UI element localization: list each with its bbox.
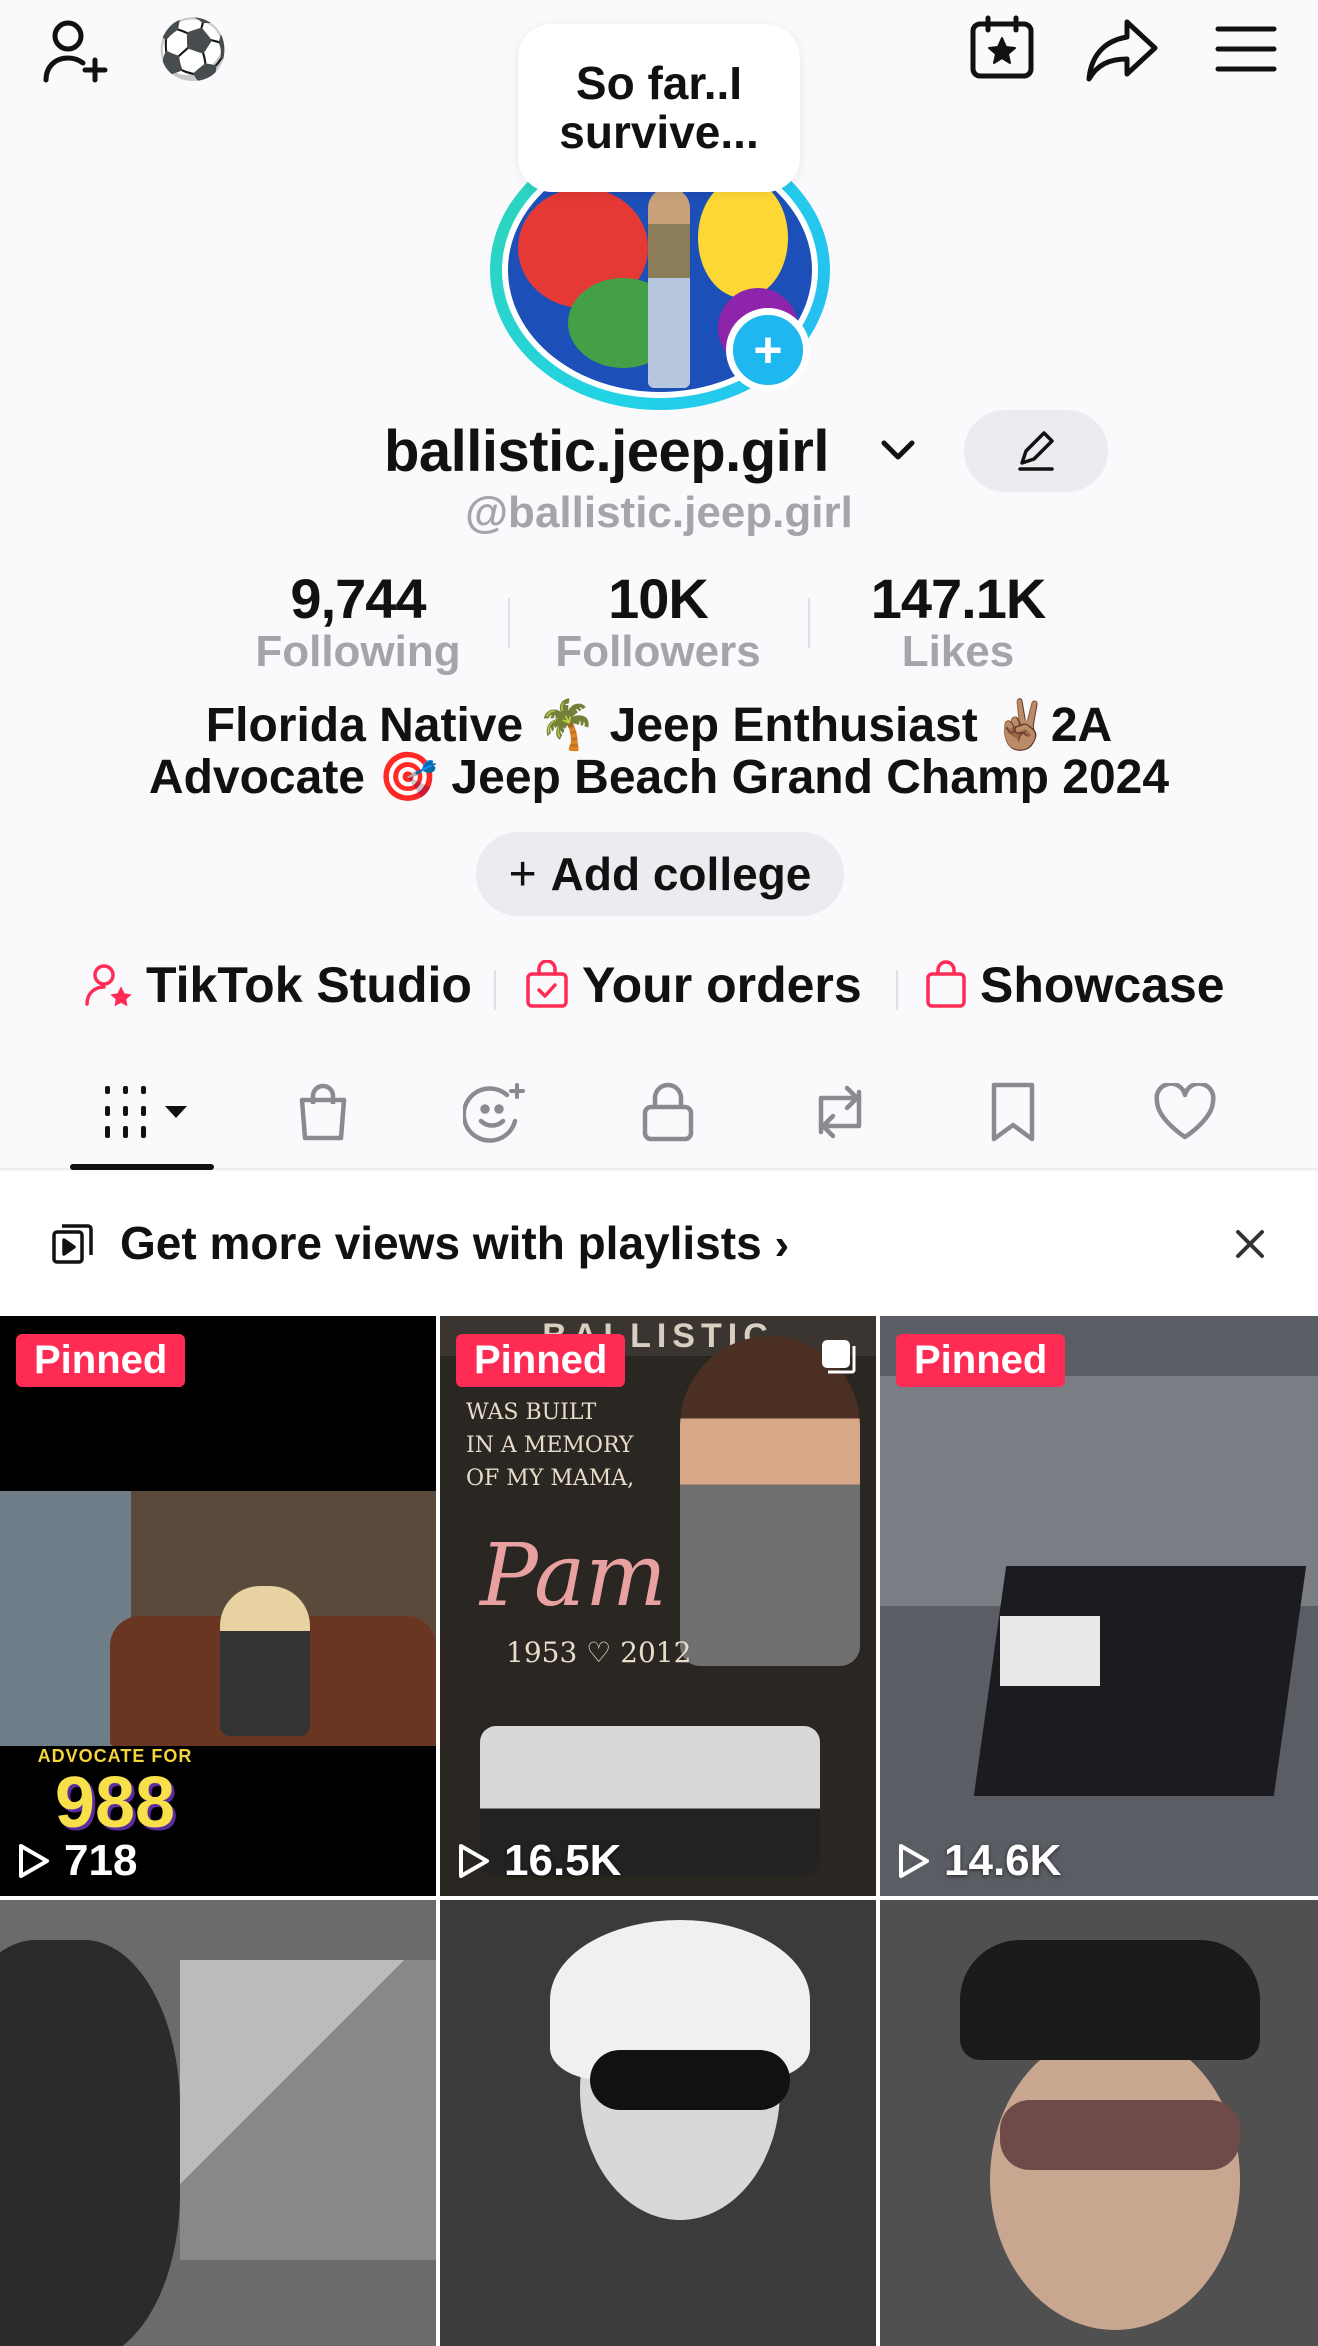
add-story-plus-icon[interactable]: +	[726, 308, 810, 392]
display-name[interactable]: ballistic.jeep.girl	[384, 418, 829, 485]
memorial-years: 1953 ♡ 2012	[506, 1636, 692, 1669]
tab-favorites[interactable]	[963, 1072, 1063, 1152]
followers-label: Followers	[555, 626, 761, 676]
plus-icon: +	[508, 847, 537, 901]
shop-bag-icon	[299, 1083, 347, 1141]
add-friend-button[interactable]	[36, 10, 116, 90]
pinned-badge: Pinned	[896, 1334, 1066, 1387]
chevron-down-icon[interactable]	[878, 430, 918, 470]
add-college-label: Add college	[550, 848, 812, 900]
following-count: 9,744	[290, 567, 426, 630]
hamburger-menu-icon	[1215, 26, 1277, 72]
chevron-right-icon: ›	[774, 1220, 790, 1269]
video-tile[interactable]: Pinned 14.6K	[880, 1316, 1318, 1896]
close-icon[interactable]	[1228, 1222, 1272, 1266]
stat-divider	[508, 598, 510, 648]
shopping-bag-icon	[926, 960, 966, 1008]
bio-line: Florida Native 🌴 Jeep Enthusiast ✌🏽2A	[205, 699, 1113, 752]
profile-emoji[interactable]: ⚽	[155, 12, 231, 88]
bookmark-icon	[991, 1082, 1035, 1142]
likes-count: 147.1K	[870, 567, 1047, 630]
following-label: Following	[255, 626, 461, 676]
tab-videos[interactable]	[88, 1072, 198, 1152]
followers-count: 10K	[608, 567, 709, 630]
face-sparkle-icon	[463, 1083, 525, 1143]
share-button[interactable]	[1080, 8, 1164, 92]
order-bag-icon	[526, 960, 568, 1008]
showcase-link[interactable]: Showcase	[924, 950, 1225, 1020]
name-row: ballistic.jeep.girl	[0, 410, 1318, 492]
your-orders-link[interactable]: Your orders	[524, 950, 862, 1020]
lock-icon	[642, 1082, 694, 1142]
likes-label: Likes	[901, 626, 1015, 676]
content-tabs	[0, 1060, 1318, 1170]
share-arrow-icon	[1086, 19, 1158, 82]
video-tile[interactable]	[440, 1900, 876, 2346]
video-grid: ADVOCATE FOR 988 Pinned 718 BALLISTIC WA…	[0, 1316, 1318, 2346]
person-star-icon	[85, 964, 132, 1007]
memorial-name: Pam	[480, 1526, 667, 1626]
tab-reposts[interactable]	[790, 1072, 890, 1152]
shortcut-label: TikTok Studio	[146, 957, 472, 1013]
likes-stat[interactable]: 147.1K Likes	[838, 567, 1078, 676]
calendar-star-icon	[970, 15, 1034, 79]
memorial-line: IN A MEMORY	[466, 1433, 634, 1458]
profile-shortcuts: TikTok Studio Your orders Showcase	[0, 950, 1318, 1020]
playlist-banner[interactable]: Get more views with playlists ›	[0, 1172, 1318, 1316]
advocate-988-badge: ADVOCATE FOR 988	[30, 1746, 200, 1846]
calendar-button[interactable]	[962, 8, 1042, 88]
view-count: 16.5K	[456, 1836, 621, 1886]
playlist-icon	[52, 1224, 93, 1264]
bio-line: Advocate 🎯 Jeep Beach Grand Champ 2024	[148, 750, 1170, 804]
heart-icon	[1154, 1083, 1216, 1140]
add-college-button[interactable]: + Add college	[476, 832, 844, 916]
play-icon	[459, 1844, 489, 1878]
menu-button[interactable]	[1205, 8, 1287, 90]
tab-shop[interactable]	[273, 1072, 373, 1152]
following-stat[interactable]: 9,744 Following	[238, 567, 478, 676]
active-tab-indicator	[70, 1164, 214, 1170]
shortcut-label: Showcase	[980, 957, 1225, 1013]
stat-divider	[808, 598, 810, 648]
shortcut-divider	[494, 970, 496, 1010]
tab-liked[interactable]	[1135, 1072, 1235, 1152]
shortcut-divider	[896, 970, 898, 1010]
shortcut-label: Your orders	[582, 957, 862, 1013]
tab-private[interactable]	[618, 1072, 718, 1152]
pencil-icon	[1018, 431, 1054, 471]
memorial-text: WAS BUILT IN A MEMORY OF MY MAMA,	[466, 1396, 634, 1495]
pinned-badge: Pinned	[16, 1334, 186, 1387]
memorial-line: OF MY MAMA,	[466, 1466, 635, 1491]
playlist-banner-label: Get more views with playlists	[120, 1217, 762, 1269]
video-tile[interactable]: ADVOCATE FOR 988 Pinned 718	[0, 1316, 436, 1896]
followers-stat[interactable]: 10K Followers	[538, 567, 778, 676]
play-icon	[19, 1844, 49, 1878]
repost-icon	[818, 1085, 862, 1139]
profile-stats: 9,744 Following 10K Followers 147.1K Lik…	[0, 567, 1318, 680]
view-count: 14.6K	[896, 1836, 1061, 1886]
play-icon	[899, 1844, 929, 1878]
video-tile[interactable]	[0, 1900, 436, 2346]
view-count-label: 16.5K	[504, 1836, 622, 1885]
view-count-label: 718	[64, 1836, 138, 1885]
view-count: 718	[16, 1836, 137, 1886]
memorial-line: WAS BUILT	[466, 1400, 597, 1425]
multi-photo-icon	[822, 1340, 856, 1374]
video-tile[interactable]	[880, 1900, 1318, 2346]
tiktok-studio-link[interactable]: TikTok Studio	[84, 950, 472, 1020]
playlist-banner-text: Get more views with playlists ›	[120, 1216, 789, 1270]
user-handle: @ballistic.jeep.girl	[465, 488, 853, 537]
profile-bio[interactable]: Florida Native 🌴 Jeep Enthusiast ✌🏽2A Ad…	[0, 700, 1318, 804]
tab-ai-self[interactable]	[446, 1072, 546, 1152]
view-count-label: 14.6K	[944, 1836, 1062, 1885]
video-tile[interactable]: BALLISTIC WAS BUILT IN A MEMORY OF MY MA…	[440, 1316, 876, 1896]
status-note-bubble[interactable]: So far..I survive...	[518, 24, 800, 192]
pinned-badge: Pinned	[456, 1334, 626, 1387]
add-user-icon	[43, 20, 108, 83]
badge-number: 988	[54, 1763, 176, 1843]
edit-profile-button[interactable]	[964, 410, 1108, 492]
videos-grid-icon	[105, 1086, 187, 1138]
